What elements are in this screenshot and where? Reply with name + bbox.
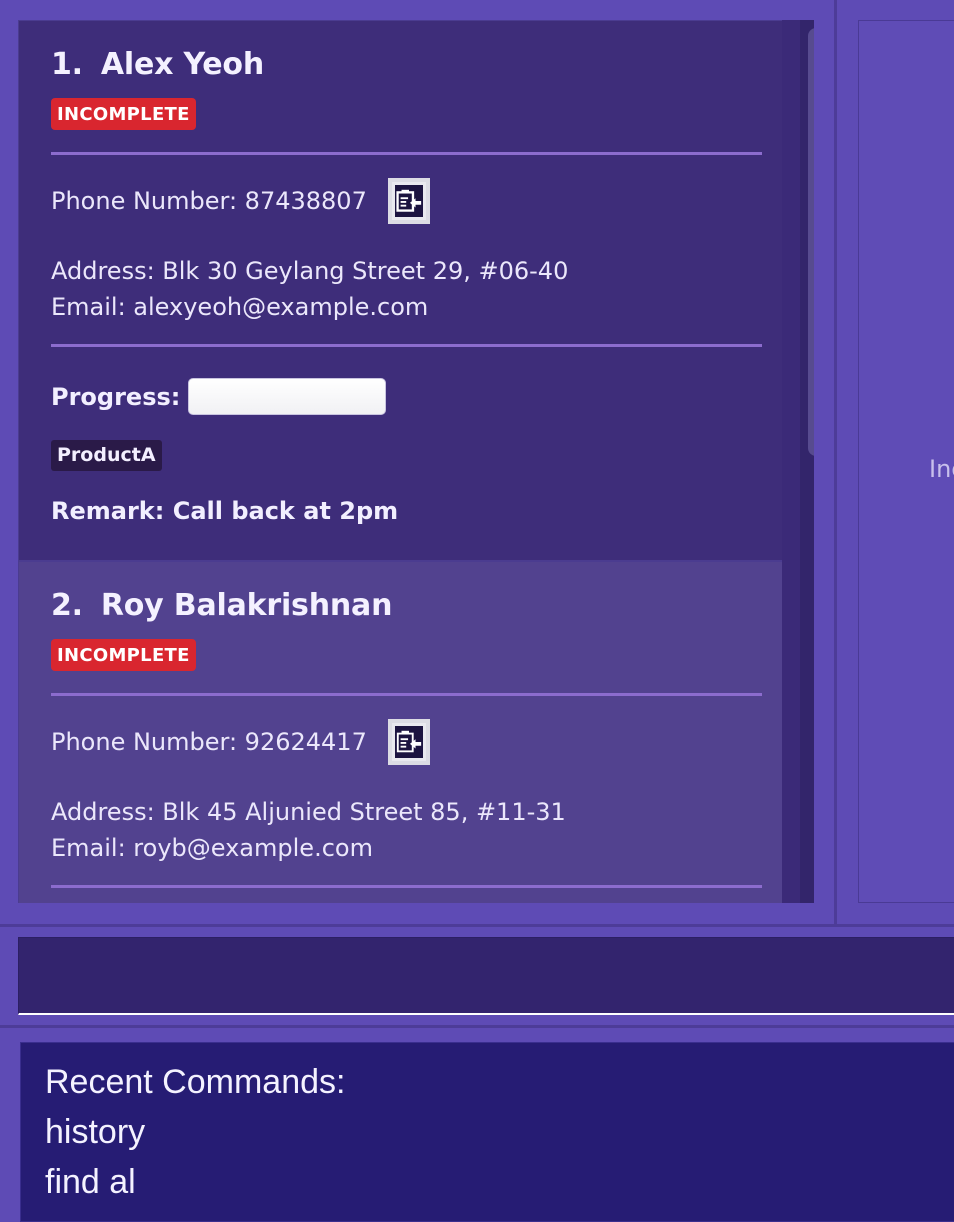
list-scrollbar[interactable] — [800, 20, 814, 903]
command-input[interactable] — [18, 937, 954, 1015]
detail-placeholder-text: Inc — [929, 455, 954, 483]
split-pane-divider[interactable] — [834, 0, 837, 924]
result-display: Recent Commands: history find al — [20, 1042, 954, 1222]
progress-row: Progress: — [51, 378, 387, 415]
result-line: history — [45, 1113, 146, 1151]
address: Address: Blk 30 Geylang Street 29, #06-4… — [51, 257, 569, 285]
divider — [51, 344, 762, 347]
status-badge: INCOMPLETE — [51, 639, 196, 671]
divider — [51, 885, 762, 888]
address: Address: Blk 45 Aljunied Street 85, #11-… — [51, 798, 566, 826]
phone-number: Phone Number: 87438807 — [51, 187, 367, 215]
progress-bar — [188, 378, 387, 415]
phone-row: Phone Number: 87438807 — [51, 178, 430, 224]
scrollbar-thumb[interactable] — [808, 28, 814, 456]
remark: Remark: Call back at 2pm — [51, 497, 399, 525]
product-tag: ProductA — [51, 440, 162, 471]
copy-phone-button[interactable] — [387, 719, 430, 765]
person-index: 2. — [51, 588, 83, 623]
person-card[interactable]: 2. Roy Balakrishnan INCOMPLETE Phone Numb… — [18, 561, 782, 903]
person-name: Alex Yeoh — [100, 47, 265, 82]
result-line: find al — [45, 1163, 136, 1201]
result-line: Recent Commands: — [45, 1063, 346, 1101]
copy-phone-button[interactable] — [387, 178, 430, 224]
phone-number: Phone Number: 92624417 — [51, 728, 367, 756]
person-card[interactable]: 1. Alex Yeoh INCOMPLETE Phone Number: 874… — [18, 20, 782, 561]
person-name: Roy Balakrishnan — [100, 588, 393, 623]
person-name-row: 2. Roy Balakrishnan — [51, 588, 392, 623]
email: Email: alexyeoh@example.com — [51, 293, 429, 321]
progress-label: Progress: — [51, 382, 181, 411]
divider — [51, 693, 762, 696]
person-list-panel[interactable]: 1. Alex Yeoh INCOMPLETE Phone Number: 874… — [18, 20, 814, 903]
person-name-row: 1. Alex Yeoh — [51, 47, 264, 82]
person-index: 1. — [51, 47, 83, 82]
section-separator — [0, 924, 954, 927]
clipboard-copy-icon — [394, 185, 423, 217]
status-badge: INCOMPLETE — [51, 98, 196, 130]
detail-panel: Inc — [858, 20, 954, 903]
phone-row: Phone Number: 92624417 — [51, 719, 430, 765]
divider — [51, 152, 762, 155]
email: Email: royb@example.com — [51, 834, 373, 862]
clipboard-copy-icon — [394, 726, 423, 758]
section-separator — [0, 1025, 954, 1028]
